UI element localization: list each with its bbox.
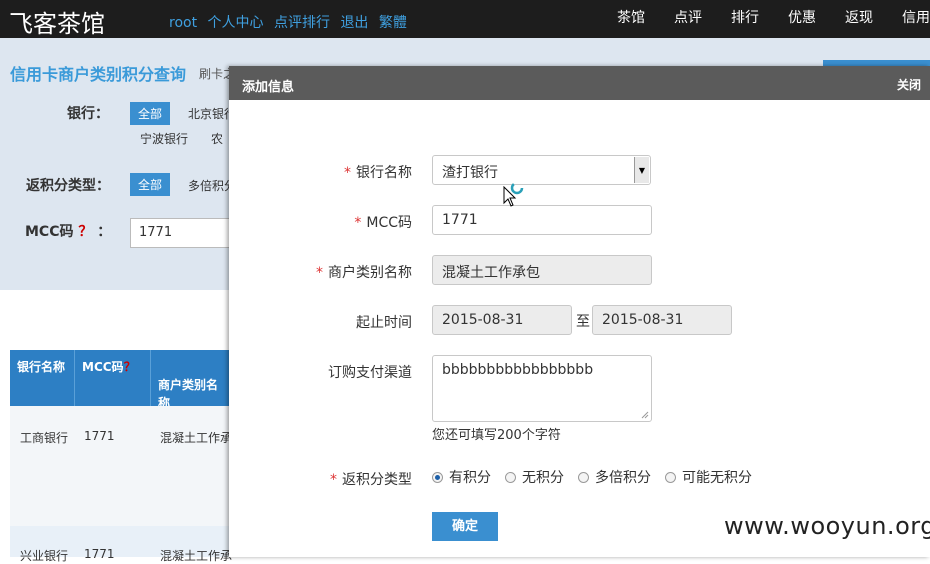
channel-label: 订购支付渠道 (328, 365, 412, 381)
chevron-down-icon[interactable]: ▼ (634, 157, 649, 183)
bank-filter-all[interactable]: 全部 (130, 102, 171, 125)
page-title: 信用卡商户类别积分查询 (10, 65, 187, 84)
table-cell-bank: 工商银行 (20, 431, 69, 445)
table-header-bank: 银行名称 (10, 350, 74, 406)
table-cell-mcc: 1771 (84, 429, 115, 443)
submit-button[interactable]: 确定 (432, 512, 498, 541)
resize-handle-icon[interactable] (641, 411, 649, 419)
nav-credit[interactable]: 信用 (902, 7, 930, 27)
table-cell-merchant: 混凝土工作承 (160, 549, 233, 563)
rebate-filter-label: 返积分类型： (26, 178, 110, 194)
user-link-logout[interactable]: 退出 (340, 15, 368, 31)
mcc-label-text: MCC码 (366, 215, 412, 231)
mcc-search-input[interactable]: 1771 (130, 218, 240, 248)
help-icon[interactable]: ？ (78, 224, 92, 240)
required-mark: * (330, 472, 337, 488)
mcc-filter-label: MCC码 ？ ： (25, 221, 111, 241)
char-remaining-hint: 您还可填写200个字符 (432, 428, 561, 443)
radio-multi-points[interactable]: 多倍积分 (578, 467, 651, 487)
table-cell-merchant: 混凝土工作承 (160, 431, 233, 445)
rebate-filter-all[interactable]: 全部 (130, 173, 171, 196)
required-mark: * (316, 265, 323, 281)
site-logo[interactable]: 飞客茶馆 (9, 4, 105, 39)
mcc-label: * MCC码 (229, 212, 412, 232)
table-header-mcc-text: MCC码 (82, 360, 124, 374)
nav-ranking[interactable]: 排行 (731, 7, 759, 27)
user-link-ranking[interactable]: 点评排行 (274, 15, 330, 31)
mcc-input[interactable]: 1771 (432, 205, 652, 235)
mcc-label-colon: ： (97, 224, 112, 240)
bank-name-select[interactable]: 渣打银行 ▼ (432, 155, 651, 185)
radio-maybe-no-points[interactable]: 可能无积分 (665, 467, 752, 487)
radio-dot[interactable] (505, 471, 516, 483)
nav-review[interactable]: 点评 (674, 7, 702, 27)
date-range-separator: 至 (576, 314, 590, 330)
bank-filter-item[interactable]: 农 (211, 130, 223, 147)
channel-text: bbbbbbbbbbbbbbbbb (442, 362, 594, 378)
dialog-header: 添加信息 关闭 (229, 66, 930, 100)
user-link-traditional[interactable]: 繁體 (379, 15, 407, 31)
table-header-merchant: 商户类别名称 (150, 350, 230, 410)
channel-textarea[interactable]: bbbbbbbbbbbbbbbbb (432, 355, 652, 422)
start-date-input[interactable]: 2015-08-31 (432, 305, 572, 335)
table-cell-bank: 兴业银行 (20, 549, 69, 563)
bank-filter-item[interactable]: 宁波银行 (140, 130, 188, 147)
bank-name-label: * 银行名称 (229, 162, 412, 182)
merchant-category-label: * 商户类别名称 (229, 262, 412, 282)
required-mark: * (354, 215, 362, 231)
bank-name-selected: 渣打银行 (442, 165, 498, 181)
mcc-label-text: MCC码 (25, 224, 74, 240)
radio-dot[interactable] (432, 471, 443, 483)
merchant-category-input[interactable]: 混凝土工作承包 (432, 255, 652, 285)
required-mark: * (344, 165, 351, 181)
user-link-profile[interactable]: 个人中心 (208, 15, 264, 31)
radio-dot[interactable] (578, 471, 589, 483)
table-cell-mcc: 1771 (84, 547, 115, 561)
user-links: root 个人中心 点评排行 退出 繁體 (169, 12, 413, 32)
table-header-mcc: MCC码？ (74, 350, 150, 406)
radio-no-points[interactable]: 无积分 (505, 467, 564, 487)
dialog-close-button[interactable]: 关闭 (897, 76, 921, 93)
nav-cashback[interactable]: 返现 (845, 7, 873, 27)
add-info-dialog: 添加信息 关闭 * 银行名称 渣打银行 ▼ * MCC码 1771 * 商户类别名称 … (229, 66, 930, 557)
radio-has-points[interactable]: 有积分 (432, 467, 491, 487)
end-date-input[interactable]: 2015-08-31 (592, 305, 732, 335)
top-navbar: 飞客茶馆 root 个人中心 点评排行 退出 繁體 茶馆 点评 排行 优惠 返现… (0, 0, 930, 38)
nav-deals[interactable]: 优惠 (788, 7, 816, 27)
rebate-type-radio-group: 有积分 无积分 多倍积分 可能无积分 (432, 467, 766, 487)
user-link-root[interactable]: root (169, 15, 197, 31)
table-row (10, 406, 230, 526)
watermark: www.wooyun.org (724, 512, 930, 540)
bank-name-label-text: 银行名称 (356, 165, 412, 181)
rebate-type-label-text: 返积分类型 (342, 472, 412, 488)
rebate-type-label: * 返积分类型 (229, 469, 412, 489)
mouse-cursor-icon (503, 186, 517, 207)
radio-dot[interactable] (665, 471, 676, 483)
nav-teahouse[interactable]: 茶馆 (617, 7, 645, 27)
dialog-title: 添加信息 (242, 80, 295, 95)
help-icon[interactable]: ？ (124, 360, 136, 374)
merchant-category-label-text: 商户类别名称 (328, 265, 412, 281)
bank-filter-label: 银行： (67, 106, 109, 122)
period-label: 起止时间 (356, 315, 412, 331)
